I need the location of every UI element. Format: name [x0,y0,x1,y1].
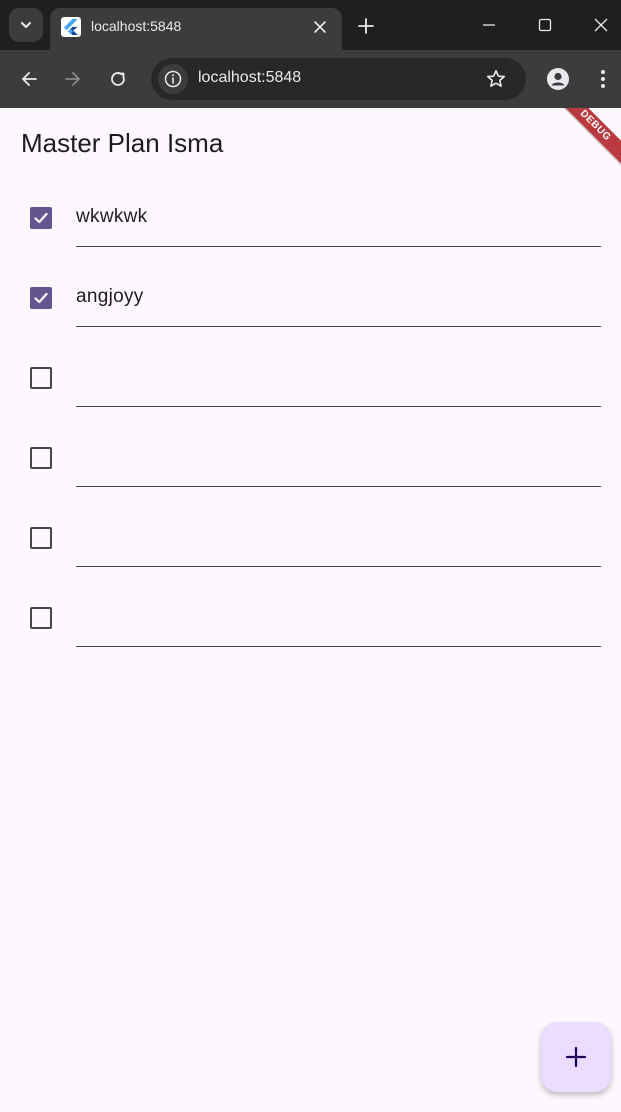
reload-icon [111,72,125,86]
task-description-text: angjoyy [76,286,144,307]
task-list: wkwkwk angjoyy [0,178,621,658]
flutter-icon [61,17,81,37]
check-icon [34,292,48,304]
back-button[interactable] [13,63,45,95]
close-window-button[interactable] [581,8,621,42]
tab-strip: localhost:5848 [0,0,621,50]
debug-banner: DEBUG [546,108,621,175]
add-task-button[interactable] [541,1022,611,1092]
task-checkbox[interactable] [30,207,52,229]
tab-search-button[interactable] [9,8,43,42]
task-description-field[interactable] [76,588,601,647]
forward-button[interactable] [57,63,89,95]
browser-menu-button[interactable] [587,63,619,95]
browser-window: localhost:5848 localhost:5848 Master Pla… [0,0,621,1112]
minimize-button[interactable] [469,8,509,42]
task-description-text: wkwkwk [76,206,148,227]
bookmark-button[interactable] [484,67,508,91]
add-icon [565,1046,587,1068]
task-description-field[interactable]: angjoyy [76,268,601,327]
close-icon [594,18,608,32]
task-item [0,578,621,658]
tab-close-button[interactable] [310,17,330,37]
profile-button[interactable] [542,63,574,95]
site-info-button[interactable] [158,64,188,94]
task-item: wkwkwk [0,178,621,258]
task-description-field[interactable] [76,428,601,487]
reload-button[interactable] [102,63,134,95]
url-text: localhost:5848 [198,69,302,86]
task-checkbox[interactable] [30,367,52,389]
task-checkbox[interactable] [30,607,52,629]
browser-toolbar: localhost:5848 [0,50,621,108]
task-item [0,418,621,498]
task-checkbox[interactable] [30,527,52,549]
minimize-icon [483,24,495,26]
more-vert-icon [601,70,605,88]
plus-icon [358,18,374,34]
task-description-field[interactable]: wkwkwk [76,188,601,247]
info-icon [164,70,182,88]
page-title: Master Plan Isma [21,128,224,158]
new-tab-button[interactable] [352,12,380,40]
task-item [0,498,621,578]
arrow-left-icon [22,72,37,86]
arrow-right-icon [65,72,80,86]
browser-tab[interactable]: localhost:5848 [50,8,342,50]
task-item [0,338,621,418]
close-icon [314,21,326,33]
task-description-field[interactable] [76,348,601,407]
address-bar[interactable]: localhost:5848 [151,58,526,100]
task-checkbox[interactable] [30,287,52,309]
app-page: Master Plan Isma DEBUG wkwkwk angjoyy [0,108,621,1112]
maximize-button[interactable] [525,8,565,42]
profile-icon [547,68,569,90]
maximize-icon [538,18,552,32]
chevron-down-icon [21,22,31,28]
check-icon [34,212,48,224]
task-item: angjoyy [0,258,621,338]
task-checkbox[interactable] [30,447,52,469]
task-description-field[interactable] [76,508,601,567]
tab-title: localhost:5848 [91,18,182,34]
star-icon [487,70,505,87]
